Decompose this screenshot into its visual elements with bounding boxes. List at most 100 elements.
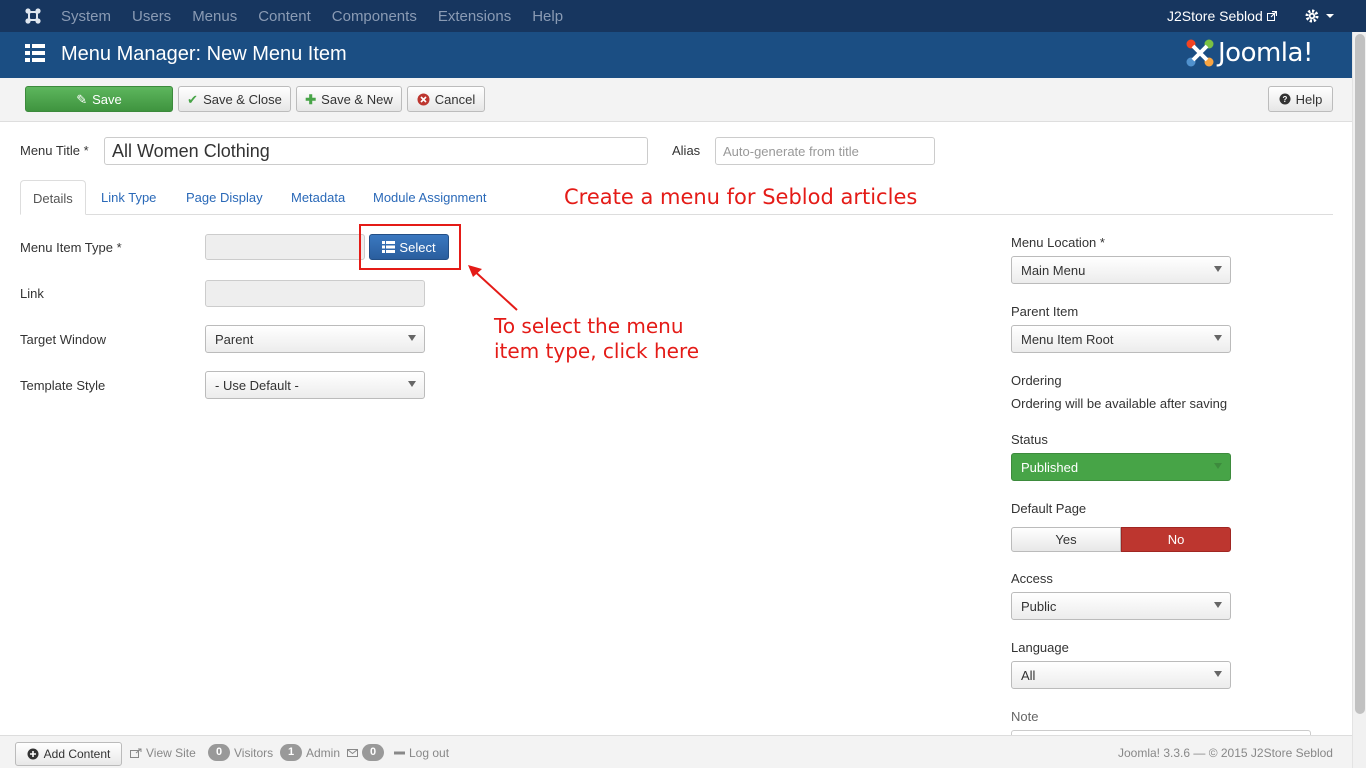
site-name: J2Store Seblod — [1167, 8, 1263, 24]
help-button[interactable]: ? Help — [1268, 86, 1333, 112]
menu-item-type-label: Menu Item Type * — [20, 240, 122, 255]
add-content-label: Add Content — [43, 747, 111, 761]
question-icon: ? — [1279, 93, 1291, 105]
parent-item-label: Parent Item — [1011, 304, 1079, 319]
menu-system[interactable]: System — [61, 8, 111, 25]
link-field — [205, 280, 425, 307]
tab-module-assignment[interactable]: Module Assignment — [373, 180, 486, 215]
caret-down-icon — [1214, 335, 1222, 341]
save-close-button[interactable]: ✔ Save & Close — [178, 86, 291, 112]
default-page-label: Default Page — [1011, 501, 1087, 516]
messages-count-badge: 0 — [362, 744, 384, 761]
select-menu-item-type-button[interactable]: Select — [369, 234, 449, 260]
external-link-icon — [1266, 11, 1277, 21]
brand-text: Joomla! — [1218, 38, 1313, 68]
annotation-hint-line1: To select the menu — [494, 314, 684, 338]
ordering-text: Ordering will be available after saving — [1011, 396, 1228, 411]
status-label: Status — [1011, 432, 1048, 447]
top-navbar: System Users Menus Content Components Ex… — [0, 0, 1366, 32]
visitors-count-badge: 0 — [208, 744, 230, 761]
minus-icon — [394, 751, 405, 754]
parent-item-select[interactable]: Menu Item Root — [1011, 325, 1231, 353]
default-page-toggle: Yes No — [1011, 527, 1231, 552]
cancel-button[interactable]: Cancel — [407, 86, 485, 112]
access-label: Access — [1011, 571, 1053, 586]
menu-title-input[interactable]: All Women Clothing — [104, 137, 648, 165]
gear-icon — [1305, 9, 1319, 23]
menu-components[interactable]: Components — [332, 8, 417, 25]
target-window-select[interactable]: Parent — [205, 325, 425, 353]
status-value: Published — [1021, 459, 1079, 475]
access-select[interactable]: Public — [1011, 592, 1231, 620]
template-style-select[interactable]: - Use Default - — [205, 371, 425, 399]
caret-down-icon — [1214, 266, 1222, 272]
parent-item-value: Menu Item Root — [1021, 331, 1114, 347]
access-value: Public — [1021, 598, 1057, 614]
copyright-text: Joomla! 3.3.6 — © 2015 J2Store Seblod — [1118, 745, 1333, 760]
toolbar: ✎ Save ✔ Save & Close ✚ Save & New Cance… — [0, 78, 1352, 122]
language-value: All — [1021, 667, 1036, 683]
scrollbar-thumb[interactable] — [1355, 34, 1365, 714]
language-label: Language — [1011, 640, 1069, 655]
save-close-label: Save & Close — [203, 91, 282, 107]
menu-menus[interactable]: Menus — [192, 8, 237, 25]
admin-label: Admin — [306, 745, 341, 760]
joomla-brand: Joomla! — [1185, 38, 1313, 68]
admin-count-badge: 1 — [280, 744, 302, 761]
edit-icon: ✎ — [76, 91, 88, 107]
tab-link-type[interactable]: Link Type — [101, 180, 156, 215]
check-icon: ✔ — [187, 91, 199, 107]
target-window-value: Parent — [215, 331, 254, 347]
svg-text:?: ? — [1282, 95, 1287, 104]
view-site-link[interactable]: View Site — [130, 736, 196, 768]
menu-location-label: Menu Location * — [1011, 235, 1105, 250]
plus-circle-icon — [27, 748, 39, 760]
list-icon — [382, 241, 396, 253]
template-style-label: Template Style — [20, 378, 106, 393]
ordering-label: Ordering — [1011, 373, 1062, 388]
logout-link[interactable]: Log out — [394, 736, 449, 768]
note-label: Note — [1011, 709, 1039, 724]
messages-status[interactable]: 0 — [347, 736, 384, 768]
tab-metadata[interactable]: Metadata — [291, 180, 345, 215]
annotation-arrow-icon — [468, 265, 518, 311]
select-label: Select — [399, 239, 436, 255]
caret-down-icon — [408, 381, 416, 387]
help-label: Help — [1295, 91, 1323, 107]
envelope-icon — [347, 748, 358, 757]
default-page-no-button[interactable]: No — [1121, 527, 1231, 552]
menu-location-select[interactable]: Main Menu — [1011, 256, 1231, 284]
annotation-hint-line2: item type, click here — [494, 339, 700, 363]
list-icon — [25, 44, 45, 62]
tab-page-display[interactable]: Page Display — [186, 180, 263, 215]
page-header: Menu Manager: New Menu Item Joomla! — [0, 32, 1366, 78]
visitors-label: Visitors — [234, 745, 274, 760]
site-link[interactable]: J2Store Seblod — [1167, 8, 1277, 24]
chevron-down-icon — [1326, 14, 1334, 18]
default-page-yes-button[interactable]: Yes — [1011, 527, 1121, 552]
menu-location-value: Main Menu — [1021, 262, 1086, 278]
save-label: Save — [92, 91, 122, 107]
joomla-logo-icon[interactable] — [24, 7, 42, 25]
status-select[interactable]: Published — [1011, 453, 1231, 481]
user-settings-menu[interactable] — [1304, 8, 1335, 24]
menu-help[interactable]: Help — [532, 8, 563, 25]
alias-label: Alias — [672, 143, 701, 158]
alias-input[interactable]: Auto-generate from title — [715, 137, 935, 165]
annotation-heading: Create a menu for Seblod articles — [564, 185, 918, 209]
caret-down-icon — [1214, 602, 1222, 608]
target-window-label: Target Window — [20, 332, 106, 347]
menu-content[interactable]: Content — [258, 8, 311, 25]
tab-details[interactable]: Details — [20, 180, 86, 215]
save-button[interactable]: ✎ Save — [25, 86, 173, 112]
status-footer: Add Content View Site 0 Visitors 1 Admin… — [0, 735, 1352, 768]
save-new-label: Save & New — [321, 91, 393, 107]
page-scrollbar[interactable] — [1352, 32, 1366, 768]
share-icon — [130, 748, 142, 758]
menu-extensions[interactable]: Extensions — [438, 8, 511, 25]
add-content-button[interactable]: Add Content — [15, 742, 122, 766]
menu-users[interactable]: Users — [132, 8, 171, 25]
language-select[interactable]: All — [1011, 661, 1231, 689]
page-title: Menu Manager: New Menu Item — [61, 43, 347, 65]
save-new-button[interactable]: ✚ Save & New — [296, 86, 402, 112]
